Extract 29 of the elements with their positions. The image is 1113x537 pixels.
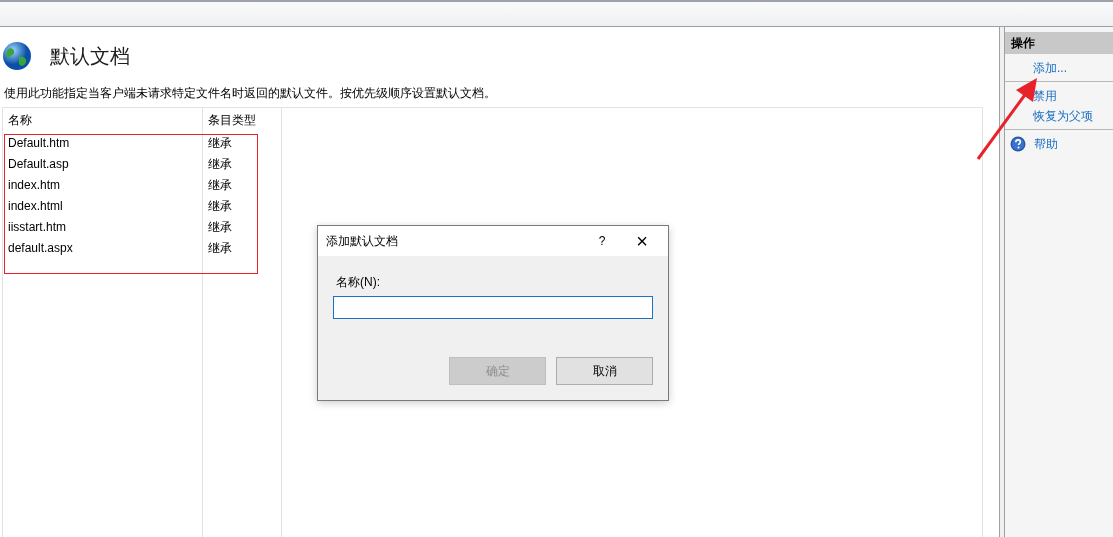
table-cell[interactable]: iisstart.htm <box>3 217 202 238</box>
table-cell-text: 继承 <box>207 156 233 173</box>
field-label: 名称(N): <box>336 274 381 291</box>
action-link[interactable]: 禁用 <box>1005 86 1057 106</box>
action-link[interactable]: 添加... <box>1005 58 1067 78</box>
name-field[interactable] <box>333 296 653 319</box>
table-cell-text: 继承 <box>207 219 233 236</box>
table-cell-text: 继承 <box>207 240 233 257</box>
action-link[interactable]: 帮助 <box>1034 134 1058 154</box>
table-cell[interactable]: index.htm <box>3 175 202 196</box>
dialog-title: 添加默认文档 <box>326 232 399 250</box>
panel-header: 操作 <box>1005 32 1113 54</box>
table-cell[interactable]: index.html <box>3 196 202 217</box>
help-icon <box>1010 136 1026 152</box>
table-cell-text: 继承 <box>207 198 233 215</box>
column-header[interactable]: 名称 <box>3 108 202 133</box>
table-cell[interactable]: Default.asp <box>3 154 202 175</box>
close-button[interactable]: × <box>622 226 662 256</box>
page-description: 使用此功能指定当客户端未请求特定文件名时返回的默认文件。按优先级顺序设置默认文档。 <box>3 85 497 101</box>
table-cell[interactable]: Default.htm <box>3 133 202 154</box>
table-cell[interactable]: default.aspx <box>3 238 202 259</box>
table-cell-text: 继承 <box>207 135 233 152</box>
table-cell-text: 继承 <box>207 177 233 194</box>
page-title: 默认文档 <box>50 43 130 69</box>
cancel-button[interactable]: 取消 <box>556 357 653 385</box>
column-header[interactable]: 条目类型 <box>203 108 281 133</box>
action-link[interactable]: 恢复为父项 <box>1005 106 1093 126</box>
globe-icon <box>2 41 32 71</box>
help-button[interactable]: ? <box>582 226 622 256</box>
